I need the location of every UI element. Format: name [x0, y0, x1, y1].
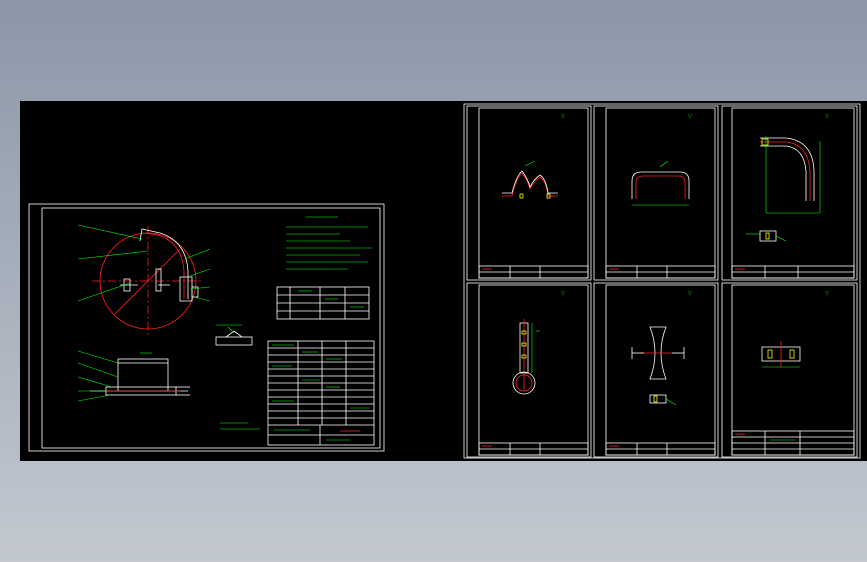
- sheet-main-assembly[interactable]: [28, 203, 385, 452]
- svg-text:▽: ▽: [825, 291, 829, 297]
- svg-text:▽: ▽: [561, 291, 565, 297]
- part-sheet-5[interactable]: ▽: [593, 282, 719, 458]
- drawing-svg: ▽ ▽ ▽ ▽ ▽ ▽: [28, 103, 861, 459]
- sheet-inner-border: [41, 207, 381, 449]
- part-1-profile: [502, 172, 558, 197]
- part-3-profile: [760, 141, 811, 201]
- svg-text:▽: ▽: [688, 291, 692, 297]
- svg-text:▽: ▽: [688, 114, 692, 120]
- parts-group-border: [463, 103, 861, 459]
- cad-model-space[interactable]: ▽ ▽ ▽ ▽ ▽ ▽: [20, 101, 867, 461]
- parts-table-upper: [276, 286, 370, 320]
- tank-plan-view: [77, 224, 211, 335]
- part-sheet-4[interactable]: ▽: [466, 282, 592, 458]
- part-sheet-3[interactable]: ▽: [721, 105, 858, 281]
- part-sheet-1[interactable]: ▽: [466, 105, 592, 281]
- part-sheet-2[interactable]: ▽: [593, 105, 719, 281]
- sheet-parts-group[interactable]: ▽ ▽ ▽ ▽ ▽ ▽: [463, 103, 861, 459]
- part-sheet-6[interactable]: ▽: [721, 282, 858, 458]
- pipe-bend: [139, 228, 189, 299]
- section-line: [114, 248, 181, 315]
- surface-finish-symbol-icon: ▽: [561, 114, 565, 120]
- note-text: [220, 422, 260, 430]
- tank-section-view: [77, 350, 190, 402]
- technical-requirements: [286, 216, 372, 270]
- bill-of-materials: [267, 340, 375, 446]
- part-2-profile: [635, 175, 686, 199]
- detail-view-weld: [215, 324, 253, 346]
- svg-text:▽: ▽: [825, 114, 829, 120]
